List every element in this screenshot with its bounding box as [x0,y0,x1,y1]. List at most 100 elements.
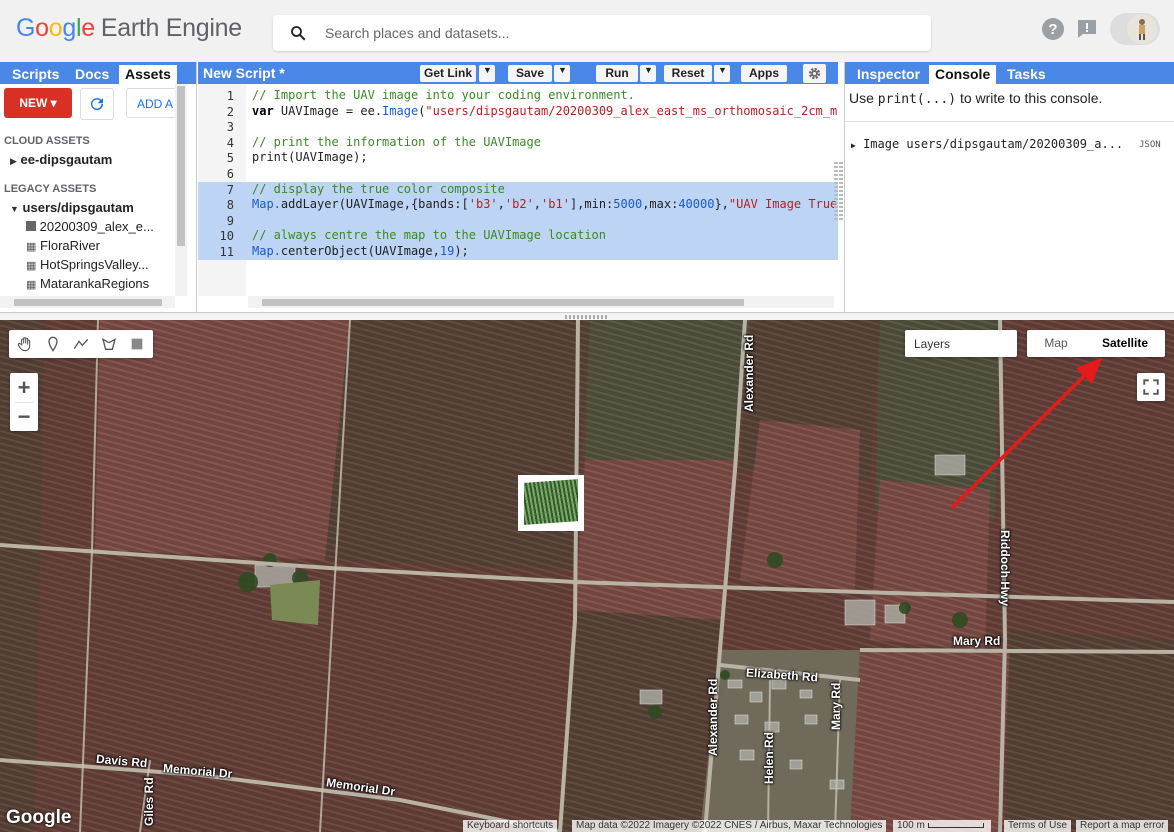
save-button[interactable]: Save [508,65,552,82]
line-number: 6 [226,167,234,181]
code-token: }, [714,197,729,212]
avatar-figure-icon [1139,19,1145,40]
console-divider [845,121,1174,122]
code-area[interactable]: 1 2 3 4 5 6 7 8 9 10 11 // Import the UAV image in… [198,84,838,296]
avatar[interactable] [1127,14,1157,44]
rectangle-draw-icon[interactable] [129,336,145,352]
asset-item-label: 20200309_alex_e... [39,219,154,234]
left-panel-vscrollbar[interactable] [175,84,187,296]
polygon-draw-icon[interactable] [101,336,117,352]
asset-item-label: HotSpringsValley... [40,257,149,272]
tab-docs[interactable]: Docs [69,65,115,84]
search-box[interactable] [273,15,931,51]
dropdown-arrow-icon: ▼ [483,65,492,75]
line-number: 10 [219,229,234,244]
gear-icon [808,67,821,80]
zoom-out-button[interactable]: − [10,402,38,431]
line-draw-icon[interactable] [73,336,89,352]
tree-item-legacy-folder[interactable]: ▼ users/dipsgautam [10,200,134,215]
product-name: Earth Engine [100,14,242,42]
asset-item[interactable]: ▦ HotSpringsValley... [26,257,149,272]
svg-text:?: ? [1048,21,1057,38]
get-link-dropdown[interactable]: ▼ [479,65,495,82]
code-token: Map. [252,244,281,258]
add-project-button[interactable]: ADD A [126,88,178,118]
tab-inspector[interactable]: Inspector [851,65,926,84]
app-header: GoogleEarth Engine ? [0,0,1174,62]
tab-scripts[interactable]: Scripts [6,65,65,84]
code-token: UAVImage = ee. [273,103,383,118]
collapse-arrow-icon: ▼ [10,204,19,214]
script-title[interactable]: New Script * [203,65,285,81]
code-line[interactable]: Map.addLayer(UAVImage,{bands:['b3','b2',… [252,197,837,212]
get-link-button[interactable]: Get Link [420,65,476,82]
asset-item[interactable]: ▦ MatarankaRegions [26,276,149,291]
console-output-item[interactable]: ▶ Image users/dipsgautam/20200309_a... [851,137,1123,151]
earth-engine-logo[interactable]: Google Earth Engine [16,14,242,43]
tree-item-cloud-project[interactable]: ▶ ee-dipsgautam [10,152,112,167]
table-asset-icon: ▦ [26,260,37,272]
google-logo-text: Google [16,14,95,42]
account-switcher[interactable] [1110,13,1160,45]
scale-bar[interactable]: 100 m [893,820,991,832]
code-line[interactable]: // display the true color composite [252,182,505,197]
save-dropdown[interactable]: ▼ [554,65,570,82]
asset-item[interactable]: ▦ FloraRiver [26,238,100,253]
code-token: // Import the UAV image into your coding… [252,88,635,102]
feedback-icon[interactable] [1075,17,1099,41]
code-line[interactable]: // print the information of the UAVImage [252,135,541,150]
hand-pan-icon[interactable] [17,336,33,352]
code-token: // display the true color composite [252,181,505,196]
road-label: Helen Rd [762,731,776,784]
line-number: 5 [226,151,234,166]
editor-hscrollbar[interactable] [248,296,834,308]
splitter-grip [565,315,607,319]
code-token: 19 [439,244,455,258]
fullscreen-button[interactable] [1137,373,1165,401]
code-line[interactable]: Map.centerObject(UAVImage,19); [252,244,469,259]
road-label: Alexander Rd [706,678,720,756]
asset-item[interactable]: 20200309_alex_e... [26,219,154,234]
console-output-text: Image users/dipsgautam/20200309_a... [863,137,1124,151]
tab-assets[interactable]: Assets [119,65,177,84]
search-icon [291,26,306,41]
refresh-button[interactable] [80,88,114,120]
dropdown-arrow-icon: ▼ [558,65,567,75]
json-button[interactable]: JSON [1139,140,1161,150]
scrollbar-thumb[interactable] [177,86,185,246]
code-line[interactable]: var UAVImage = ee.Image("users/dipsgauta… [252,104,837,119]
tab-console[interactable]: Console [929,65,997,84]
dropdown-arrow-icon: ▼ [718,65,727,75]
scrollbar-thumb[interactable] [14,299,162,306]
map-view[interactable]: + − Layers Map Satellite Alexander Rd Ri… [0,320,1174,832]
help-icon[interactable]: ? [1041,17,1065,41]
zoom-in-button[interactable]: + [10,373,38,402]
reset-dropdown[interactable]: ▼ [714,65,730,82]
apps-button[interactable]: Apps [741,65,787,82]
code-token: 'b3' [468,197,498,212]
line-number: 7 [226,182,234,197]
code-line[interactable]: print(UAVImage); [252,150,368,165]
panel-splitter[interactable] [834,162,838,222]
expand-arrow-icon: ▶ [851,141,856,150]
reset-button[interactable]: Reset [664,65,712,82]
run-button[interactable]: Run [596,65,638,82]
uav-image-layer[interactable] [518,475,584,531]
run-dropdown[interactable]: ▼ [640,65,656,82]
terms-of-use-link[interactable]: Terms of Use [1004,820,1071,832]
point-marker-icon[interactable] [45,336,61,352]
report-map-error-link[interactable]: Report a map error [1076,820,1169,832]
left-panel-hscrollbar[interactable] [0,296,175,308]
scrollbar-thumb[interactable] [262,299,744,306]
panel-splitter[interactable] [839,162,843,222]
keyboard-shortcuts-link[interactable]: Keyboard shortcuts [463,820,558,832]
code-line[interactable]: // Import the UAV image into your coding… [252,88,635,103]
refresh-icon [91,98,104,111]
dropdown-arrow-icon: ▼ [644,65,653,75]
code-line[interactable]: // always centre the map to the UAVImage… [252,228,606,243]
settings-button[interactable] [803,64,826,83]
tab-tasks[interactable]: Tasks [1001,65,1052,84]
legacy-assets-heading: LEGACY ASSETS [4,183,97,195]
new-button[interactable]: NEW ▾ [4,88,72,118]
search-input[interactable] [325,23,915,43]
